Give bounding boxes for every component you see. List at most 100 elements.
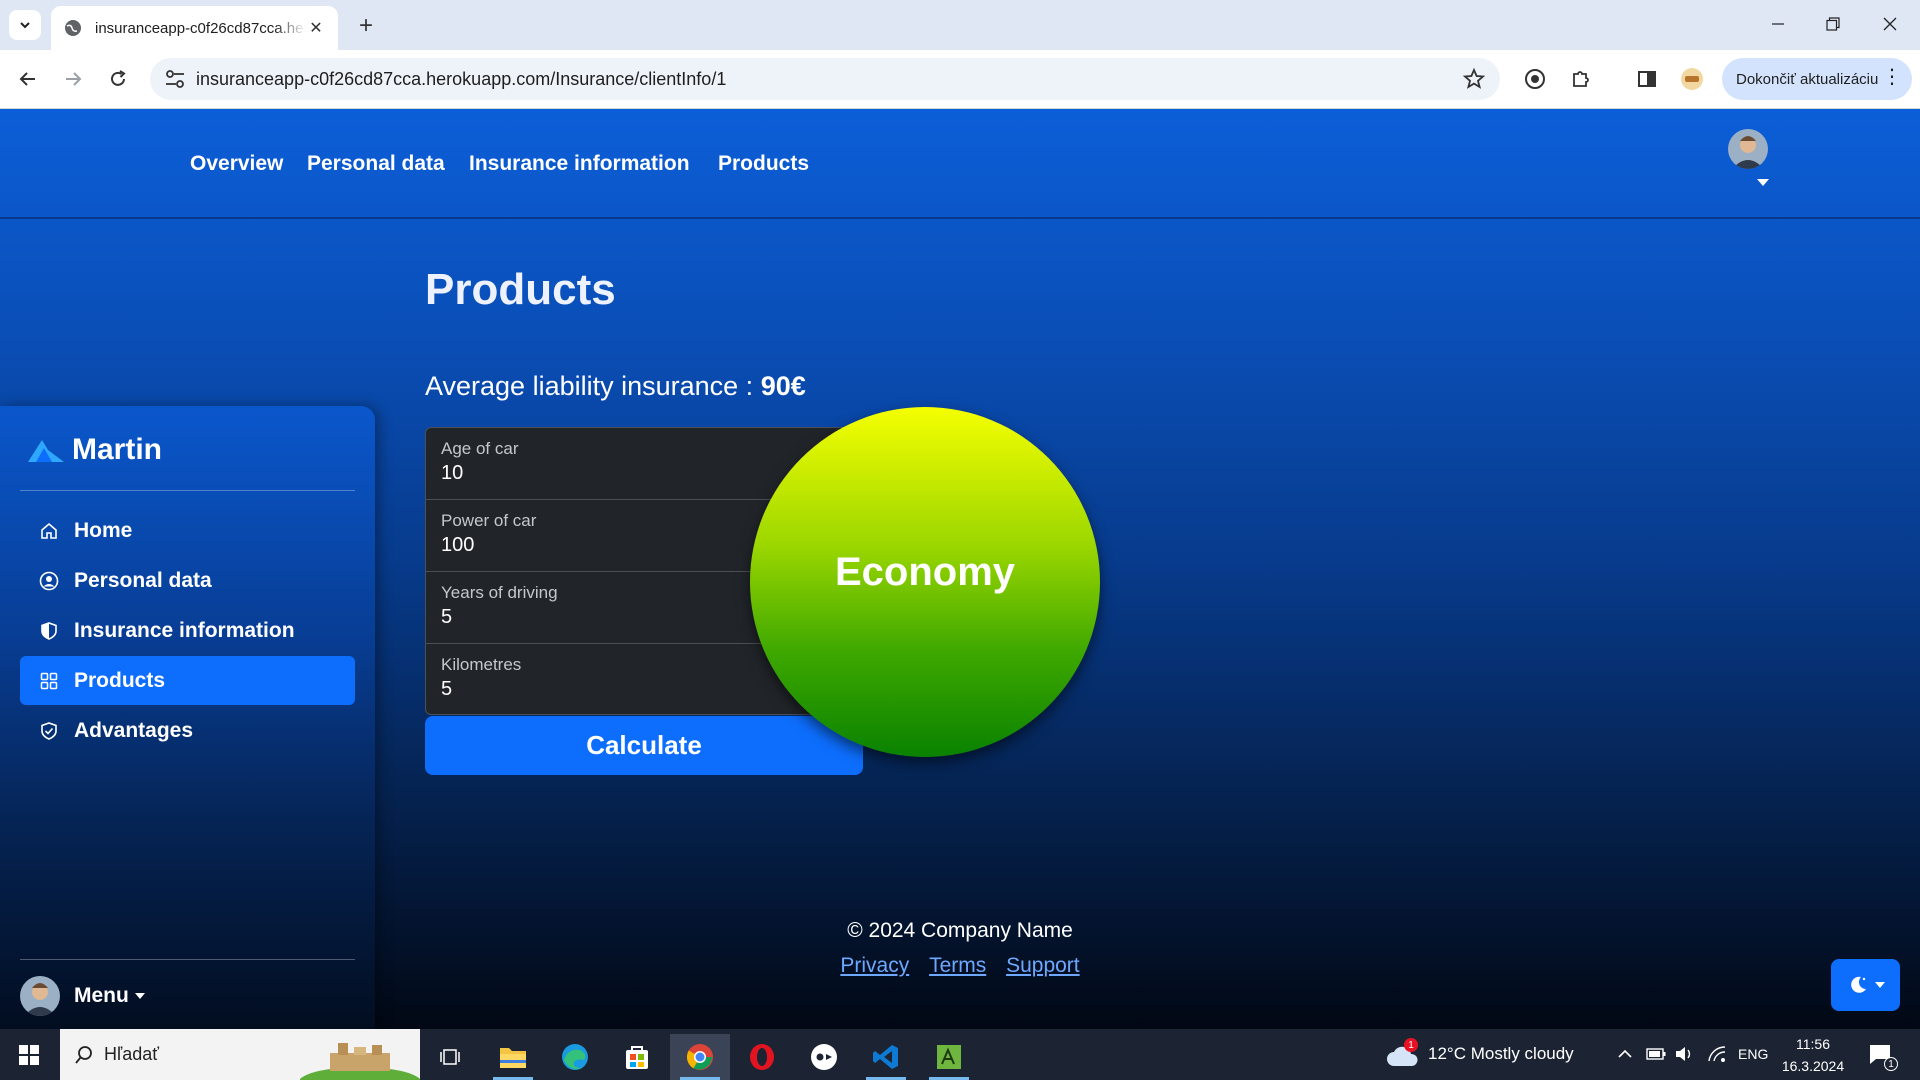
nav-overview[interactable]: Overview: [190, 152, 283, 176]
search-placeholder: Hľadať: [104, 1044, 160, 1064]
taskbar-edge[interactable]: [545, 1034, 605, 1080]
sidebar-user-menu[interactable]: Menu: [20, 976, 145, 1016]
taskbar-search[interactable]: Hľadať: [60, 1029, 420, 1080]
forward-button[interactable]: [57, 63, 89, 95]
user-dropdown-caret-icon[interactable]: [1757, 179, 1769, 186]
sidebar-divider: [20, 490, 355, 491]
avatar-photo-icon: [20, 976, 60, 1016]
sidebar-item-advantages[interactable]: Advantages: [20, 706, 355, 755]
start-button[interactable]: [10, 1039, 48, 1071]
translator-app-icon: [937, 1045, 961, 1069]
grid-icon: [38, 670, 60, 692]
puzzle-icon: [1573, 71, 1589, 87]
avatar: [20, 976, 60, 1016]
taskbar-translator-app[interactable]: [919, 1034, 979, 1080]
sidebar-item-label: Home: [74, 518, 133, 542]
side-panel-button[interactable]: [1634, 66, 1660, 92]
side-panel-icon: [1638, 71, 1656, 87]
weather-alert-badge: 1: [1404, 1038, 1418, 1052]
close-icon: [1883, 17, 1897, 31]
language-indicator[interactable]: ENG: [1738, 1046, 1768, 1062]
shield-check-icon: [38, 720, 60, 742]
url-text: insuranceapp-c0f26cd87cca.herokuapp.com/…: [196, 69, 727, 89]
notification-count-badge: 1: [1884, 1057, 1898, 1071]
close-window-button[interactable]: [1870, 8, 1910, 40]
footer-link-support[interactable]: Support: [1006, 954, 1080, 977]
media-app-icon: [811, 1044, 837, 1070]
minimize-button[interactable]: [1758, 8, 1798, 40]
moon-stars-icon: [1850, 976, 1866, 993]
user-avatar[interactable]: [1728, 129, 1768, 169]
back-button[interactable]: [12, 63, 44, 95]
nav-products[interactable]: Products: [718, 152, 809, 176]
system-clock[interactable]: 11:56 16.3.2024: [1768, 1033, 1858, 1077]
reload-icon: [111, 70, 126, 86]
battery-icon[interactable]: [1646, 1047, 1666, 1061]
windows-logo-icon: [19, 1045, 39, 1065]
top-navigation: Overview Personal data Insurance informa…: [0, 109, 1920, 219]
restore-button[interactable]: [1813, 8, 1853, 40]
chrome-browser-icon: [686, 1044, 713, 1070]
sidebar: Martin Home Personal data Insurance info…: [0, 406, 375, 1029]
weather-text[interactable]: 12°C Mostly cloudy: [1428, 1044, 1574, 1064]
wifi-icon[interactable]: [1707, 1045, 1727, 1063]
task-view-button[interactable]: [420, 1034, 480, 1080]
sidebar-item-personal-data[interactable]: Personal data: [20, 556, 355, 605]
edge-browser-icon: [562, 1044, 588, 1070]
extensions-puzzle-button[interactable]: [1568, 66, 1594, 92]
taskbar-store[interactable]: [607, 1034, 667, 1080]
footer-link-terms[interactable]: Terms: [929, 954, 986, 977]
new-tab-button[interactable]: +: [352, 12, 380, 40]
browser-tab[interactable]: insuranceapp-c0f26cd87cca.herokuapp.com …: [51, 6, 338, 50]
sidebar-item-home[interactable]: Home: [20, 506, 355, 555]
extension-icon[interactable]: [1522, 66, 1548, 92]
profile-button[interactable]: [1679, 66, 1705, 92]
user-menu-label: Menu: [74, 984, 129, 1007]
update-label: Dokončiť aktualizáciu: [1736, 70, 1879, 88]
shield-half-icon: [38, 620, 60, 642]
arrow-right-icon: [66, 72, 82, 86]
sidebar-item-label: Personal data: [74, 568, 212, 592]
opera-browser-icon: [750, 1044, 774, 1070]
average-label: Average liability insurance :: [425, 371, 761, 401]
profile-avatar-icon: [1681, 68, 1703, 90]
sidebar-brand[interactable]: Martin: [26, 430, 162, 470]
taskbar-media-app[interactable]: [794, 1034, 854, 1080]
page-title: Products: [425, 265, 616, 314]
chevron-up-icon[interactable]: [1617, 1047, 1633, 1061]
more-vert-icon: ⋮: [1882, 66, 1902, 88]
calculate-button[interactable]: Calculate: [425, 716, 863, 775]
minimize-icon: [1772, 23, 1784, 25]
brand-name: Martin: [72, 433, 162, 466]
update-browser-button[interactable]: Dokončiť aktualizáciu ⋮: [1722, 58, 1912, 100]
taskbar-opera[interactable]: [732, 1034, 792, 1080]
windows-taskbar: Hľadať 1 12°C Mostly cloudy ENG 11:56 16…: [0, 1029, 1920, 1080]
theme-toggle-button[interactable]: [1831, 959, 1900, 1011]
web-page: Overview Personal data Insurance informa…: [0, 109, 1920, 1029]
clock-time: 11:56: [1796, 1036, 1830, 1052]
address-bar[interactable]: insuranceapp-c0f26cd87cca.herokuapp.com/…: [150, 58, 1500, 100]
average-liability-insurance: Average liability insurance : 90€: [425, 371, 806, 402]
tab-search-button[interactable]: [9, 10, 41, 40]
reload-button[interactable]: [102, 63, 134, 95]
taskbar-vscode[interactable]: [856, 1034, 916, 1080]
taskbar-file-explorer[interactable]: [483, 1034, 543, 1080]
nav-personal-data[interactable]: Personal data: [307, 152, 445, 176]
result-economy-badge: Economy: [750, 407, 1100, 757]
browser-tab-strip: insuranceapp-c0f26cd87cca.herokuapp.com …: [0, 0, 1920, 50]
search-highlight-castle-icon: [300, 1043, 420, 1080]
nav-insurance-information[interactable]: Insurance information: [469, 152, 690, 176]
bookmark-star-icon[interactable]: [1462, 67, 1486, 91]
site-settings-icon: [166, 70, 184, 88]
chevron-down-icon: [1874, 982, 1885, 988]
home-icon: [38, 520, 60, 542]
footer-link-privacy[interactable]: Privacy: [840, 954, 909, 977]
taskbar-chrome[interactable]: [670, 1034, 730, 1080]
sidebar-item-products[interactable]: Products: [20, 656, 355, 705]
clock-date: 16.3.2024: [1781, 1058, 1845, 1074]
avatar-photo-icon: [1728, 129, 1768, 169]
volume-icon[interactable]: [1674, 1045, 1694, 1063]
folder-icon: [500, 1048, 526, 1068]
sidebar-item-insurance-information[interactable]: Insurance information: [20, 606, 355, 655]
close-tab-icon[interactable]: ✕: [306, 18, 326, 38]
